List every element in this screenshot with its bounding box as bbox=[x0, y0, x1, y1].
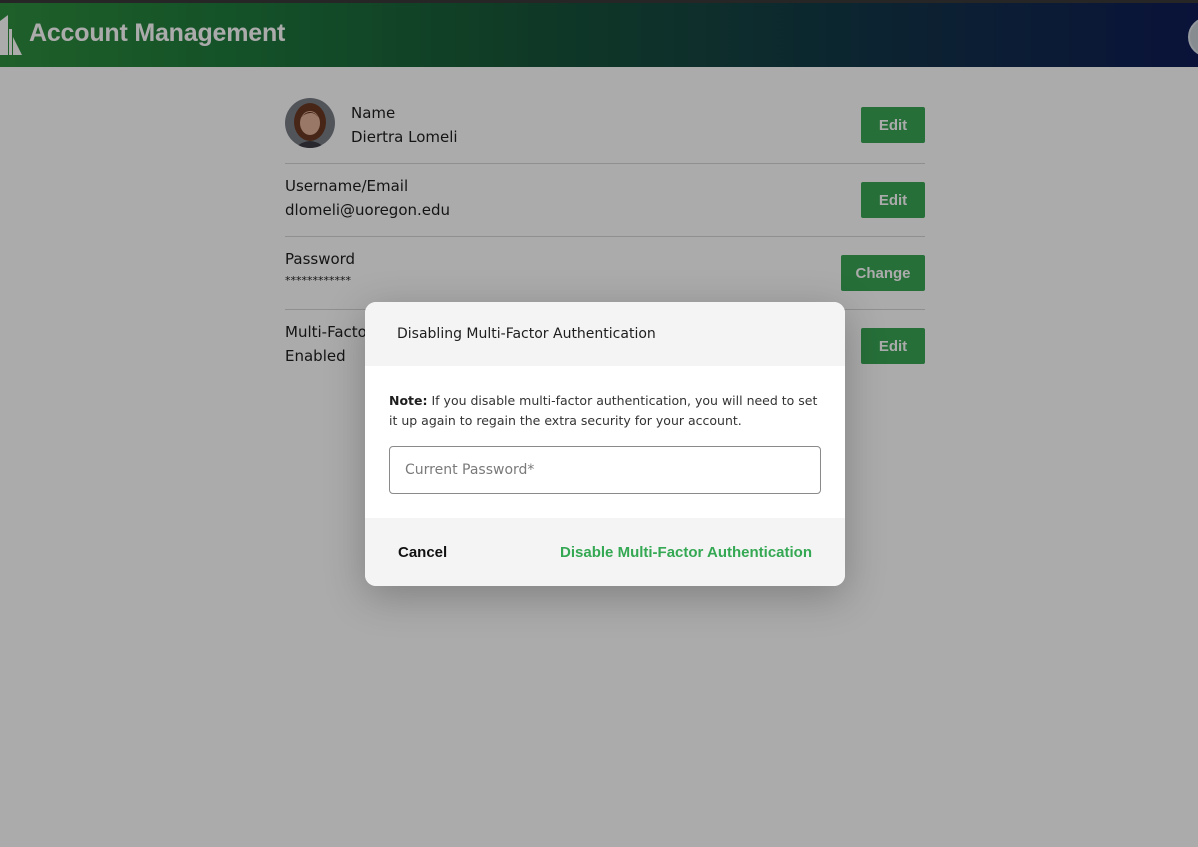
note-text: If you disable multi-factor authenticati… bbox=[389, 393, 818, 428]
dialog-header: Disabling Multi-Factor Authentication bbox=[365, 302, 845, 366]
note-prefix: Note: bbox=[389, 393, 428, 408]
cancel-button[interactable]: Cancel bbox=[385, 534, 460, 570]
current-password-field bbox=[389, 446, 821, 494]
disable-mfa-dialog: Disabling Multi-Factor Authentication No… bbox=[365, 302, 845, 586]
disable-mfa-button[interactable]: Disable Multi-Factor Authentication bbox=[547, 534, 825, 570]
dialog-note: Note: If you disable multi-factor authen… bbox=[389, 391, 819, 431]
current-password-input[interactable] bbox=[391, 448, 819, 492]
dialog-footer: Cancel Disable Multi-Factor Authenticati… bbox=[365, 518, 845, 586]
dialog-title: Disabling Multi-Factor Authentication bbox=[397, 326, 656, 342]
